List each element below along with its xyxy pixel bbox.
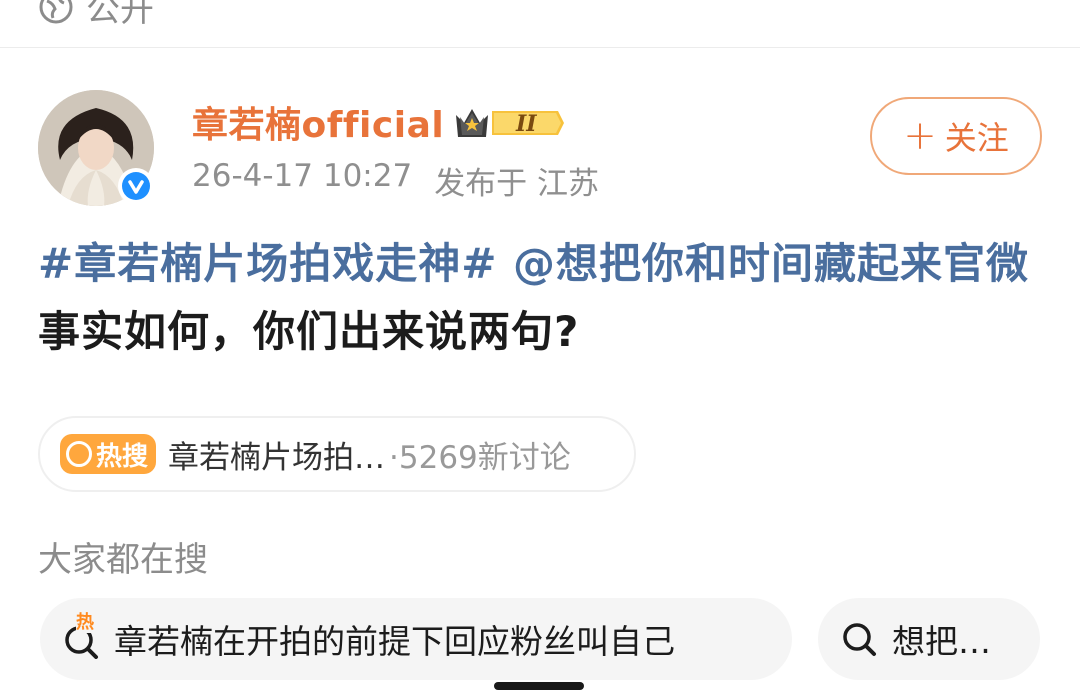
follow-button[interactable]: + 关注: [870, 97, 1042, 175]
post-meta: 26-4-17 10:27 发布于 江苏: [192, 158, 599, 203]
username-row: 章若楠official II: [192, 96, 565, 148]
hot-search-icon: 热: [62, 613, 102, 659]
verified-badge-icon: [118, 168, 154, 204]
hot-mark: 热: [76, 612, 94, 633]
mention-link[interactable]: @想把你和时间藏起来官微: [513, 239, 1029, 288]
visibility-indicator[interactable]: 公开: [38, 0, 154, 31]
related-searches-label: 大家都在搜: [38, 540, 208, 580]
crown-member-badge-icon[interactable]: II: [454, 101, 565, 143]
related-search-text: 章若楠在开拍的前提下回应粉丝叫自己: [114, 622, 675, 661]
svg-text:II: II: [515, 111, 537, 137]
hot-search-tag-label: 热搜: [96, 441, 149, 472]
related-search-chip[interactable]: 想把…: [818, 598, 1040, 680]
hot-search-tag: 热搜: [60, 434, 157, 474]
search-icon: [66, 441, 92, 467]
scroll-indicator: [494, 682, 584, 690]
related-search-text: 想把…: [892, 622, 991, 661]
top-visibility-bar: 公开: [0, 0, 1080, 48]
visibility-label: 公开: [86, 0, 154, 30]
search-icon: [840, 619, 880, 659]
hot-search-topic[interactable]: 热搜 章若楠片场拍… ·5269新讨论: [38, 416, 636, 492]
hot-search-title: 章若楠片场拍…: [168, 439, 386, 476]
post-content: #章若楠片场拍戏走神# @想把你和时间藏起来官微 事实如何，你们出来说两句?: [38, 230, 1048, 366]
post-body-text: 事实如何，你们出来说两句?: [38, 307, 580, 356]
hashtag-link[interactable]: #章若楠片场拍戏走神#: [38, 239, 497, 288]
post-timestamp: 26-4-17 10:27: [192, 158, 413, 194]
related-search-chip[interactable]: 热 章若楠在开拍的前提下回应粉丝叫自己: [40, 598, 792, 680]
username[interactable]: 章若楠official: [192, 96, 444, 148]
hot-search-count: ·5269新讨论: [389, 439, 571, 476]
post-location: 发布于 江苏: [434, 166, 600, 202]
plus-icon: +: [903, 113, 937, 159]
globe-icon: [39, 0, 73, 23]
follow-label: 关注: [944, 119, 1009, 157]
avatar[interactable]: [38, 90, 154, 206]
